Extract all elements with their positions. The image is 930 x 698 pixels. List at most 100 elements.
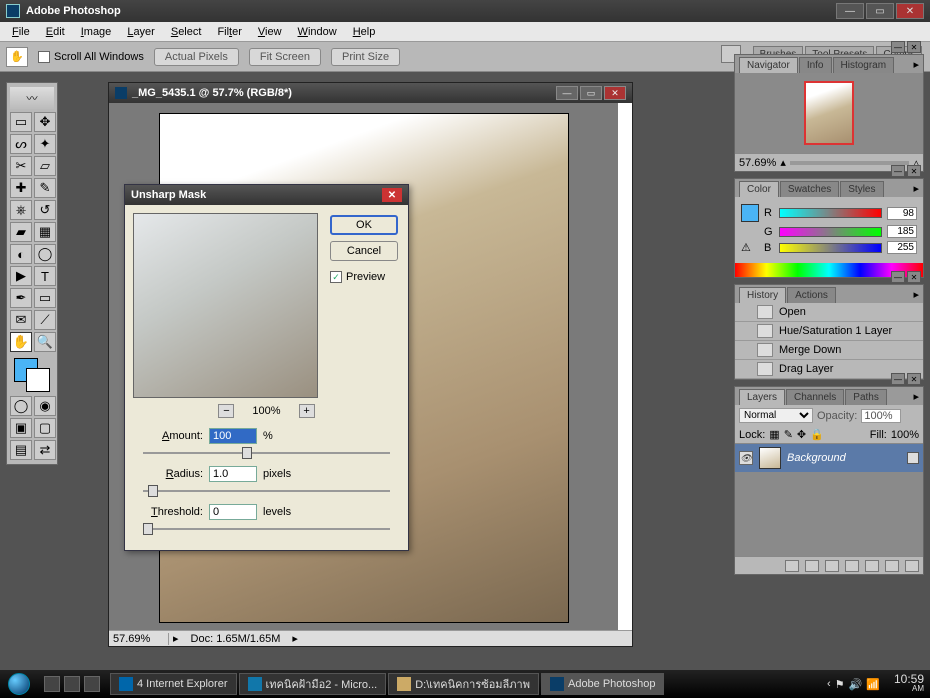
imageready-icon[interactable]: ⇄ <box>34 440 56 460</box>
doc-minimize-button[interactable]: — <box>556 86 578 100</box>
menu-help[interactable]: Help <box>345 24 384 40</box>
folder-icon[interactable] <box>865 560 879 572</box>
color-tab[interactable]: Color <box>739 181 779 197</box>
shape-tool[interactable]: ▭ <box>34 288 56 308</box>
dialog-close-button[interactable]: ✕ <box>382 188 402 202</box>
notes-tool[interactable]: ✉ <box>10 310 32 330</box>
ok-button[interactable]: OK <box>330 215 398 235</box>
dialog-titlebar[interactable]: Unsharp Mask ✕ <box>125 185 408 205</box>
threshold-input[interactable] <box>209 504 257 520</box>
swatches-tab[interactable]: Swatches <box>780 181 839 197</box>
tray-icon[interactable]: 🔊 <box>849 678 863 691</box>
new-layer-icon[interactable] <box>885 560 899 572</box>
history-item[interactable]: Hue/Saturation 1 Layer <box>735 322 923 341</box>
panel-close-icon[interactable]: ✕ <box>907 165 921 177</box>
panel-min-icon[interactable]: — <box>891 165 905 177</box>
history-tab[interactable]: History <box>739 287 786 303</box>
panel-min-icon[interactable]: — <box>891 271 905 283</box>
lock-all-icon[interactable]: 🔒 <box>810 428 824 441</box>
b-slider[interactable] <box>779 243 882 253</box>
maximize-button[interactable]: ▭ <box>866 3 894 19</box>
panel-close-icon[interactable]: ✕ <box>907 271 921 283</box>
zoom-in-button[interactable]: + <box>299 404 315 418</box>
link-icon[interactable] <box>785 560 799 572</box>
blur-tool[interactable]: ◐ <box>10 244 32 264</box>
lock-move-icon[interactable]: ✥ <box>797 428 806 441</box>
zoom-tool[interactable]: 🔍 <box>34 332 56 352</box>
radius-slider[interactable] <box>143 484 390 498</box>
r-value[interactable]: 98 <box>887 207 917 220</box>
fx-icon[interactable] <box>805 560 819 572</box>
tray-icon[interactable]: ⚑ <box>835 678 845 691</box>
layer-thumbnail[interactable] <box>759 447 781 469</box>
doc-close-button[interactable]: ✕ <box>604 86 626 100</box>
menu-select[interactable]: Select <box>163 24 210 40</box>
eraser-tool[interactable]: ▰ <box>10 222 32 242</box>
dialog-preview-image[interactable] <box>133 213 318 398</box>
layers-tab[interactable]: Layers <box>739 389 785 405</box>
trash-icon[interactable] <box>905 560 919 572</box>
r-slider[interactable] <box>779 208 882 218</box>
radius-input[interactable] <box>209 466 257 482</box>
hand-tool[interactable]: ✋ <box>10 332 32 352</box>
doc-maximize-button[interactable]: ▭ <box>580 86 602 100</box>
start-button[interactable] <box>0 670 38 698</box>
background-color[interactable] <box>26 368 50 392</box>
navigator-tab[interactable]: Navigator <box>739 57 798 73</box>
g-slider[interactable] <box>779 227 882 237</box>
hand-tool-icon[interactable]: ✋ <box>6 47 28 67</box>
panel-close-icon[interactable]: ✕ <box>907 373 921 385</box>
preview-checkbox[interactable]: ✓ Preview <box>330 271 398 283</box>
menu-edit[interactable]: Edit <box>38 24 73 40</box>
gamut-warning-icon[interactable]: ⚠ <box>741 241 759 254</box>
quicklaunch-icon[interactable] <box>64 676 80 692</box>
color-fg-swatch[interactable] <box>741 204 759 222</box>
amount-slider[interactable] <box>143 446 390 460</box>
panel-min-icon[interactable]: — <box>891 41 905 53</box>
zoom-out-button[interactable]: − <box>218 404 234 418</box>
status-arrow-icon[interactable]: ▸ <box>169 632 183 645</box>
brush-tool[interactable]: ✎ <box>34 178 56 198</box>
lasso-tool[interactable]: ᔕ <box>10 134 32 154</box>
blend-mode-select[interactable]: Normal <box>739 408 813 423</box>
stamp-tool[interactable]: ⎈ <box>10 200 32 220</box>
visibility-icon[interactable]: 👁 <box>739 451 753 465</box>
print-size-button[interactable]: Print Size <box>331 48 400 66</box>
styles-tab[interactable]: Styles <box>840 181 883 197</box>
wand-tool[interactable]: ✦ <box>34 134 56 154</box>
navigator-zoom[interactable]: 57.69% <box>739 157 776 169</box>
marquee-tool[interactable]: ▭ <box>10 112 32 132</box>
pen-tool[interactable]: ✒ <box>10 288 32 308</box>
crop-tool[interactable]: ✂ <box>10 156 32 176</box>
mask-icon[interactable] <box>825 560 839 572</box>
color-swatch[interactable] <box>10 358 54 392</box>
dodge-tool[interactable]: ◯ <box>34 244 56 264</box>
minimize-button[interactable]: — <box>836 3 864 19</box>
clock[interactable]: 10:59 AM <box>888 674 930 694</box>
amount-input[interactable] <box>209 428 257 444</box>
panel-min-icon[interactable]: — <box>891 373 905 385</box>
history-item[interactable]: Open <box>735 303 923 322</box>
menu-view[interactable]: View <box>250 24 290 40</box>
status-arrow2-icon[interactable]: ▸ <box>288 632 302 645</box>
paths-tab[interactable]: Paths <box>845 389 887 405</box>
taskbar-item[interactable]: Adobe Photoshop <box>541 673 664 695</box>
taskbar-item[interactable]: 4 Internet Explorer <box>110 673 237 695</box>
g-value[interactable]: 185 <box>887 225 917 238</box>
tray-chevron-icon[interactable]: ‹ <box>827 678 831 690</box>
close-button[interactable]: ✕ <box>896 3 924 19</box>
nav-zoomout-icon[interactable]: ▴ <box>780 156 786 169</box>
layer-row[interactable]: 👁 Background <box>735 444 923 472</box>
actual-pixels-button[interactable]: Actual Pixels <box>154 48 239 66</box>
b-value[interactable]: 255 <box>887 241 917 254</box>
menu-filter[interactable]: Filter <box>209 24 249 40</box>
eyedropper-tool[interactable]: ⟋ <box>34 310 56 330</box>
menu-image[interactable]: Image <box>73 24 120 40</box>
history-brush-tool[interactable]: ↺ <box>34 200 56 220</box>
actions-tab[interactable]: Actions <box>787 287 836 303</box>
menu-file[interactable]: File <box>4 24 38 40</box>
lock-trans-icon[interactable]: ▦ <box>769 428 779 441</box>
history-item[interactable]: Merge Down <box>735 341 923 360</box>
quicklaunch-icon[interactable] <box>84 676 100 692</box>
screenmode-1-icon[interactable]: ▣ <box>10 418 32 438</box>
